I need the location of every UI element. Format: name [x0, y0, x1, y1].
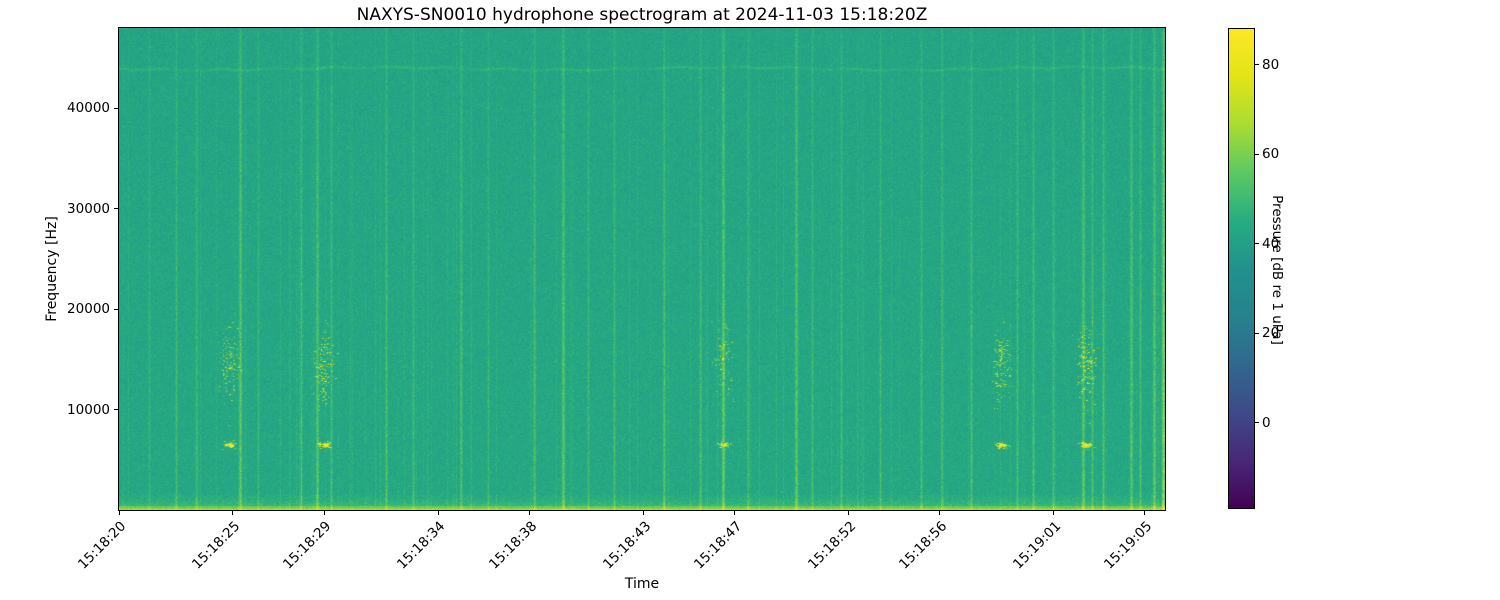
x-tick-label: 15:18:38 — [485, 518, 540, 573]
x-tick — [323, 511, 325, 515]
colorbar — [1228, 28, 1255, 509]
x-tick-label: 15:18:43 — [599, 518, 654, 573]
x-tick — [1143, 511, 1145, 515]
y-tick — [114, 409, 118, 411]
x-tick — [118, 511, 120, 515]
spectrogram-figure: NAXYS-SN0010 hydrophone spectrogram at 2… — [0, 0, 1500, 600]
x-tick-label: 15:19:01 — [1009, 518, 1064, 573]
x-tick — [528, 511, 530, 515]
colorbar-tick — [1255, 332, 1259, 334]
colorbar-tick-label: 0 — [1262, 414, 1271, 431]
x-tick-label: 15:18:56 — [895, 518, 951, 573]
spectrogram-heatmap — [119, 28, 1165, 510]
x-tick — [1052, 511, 1054, 515]
x-tick — [847, 511, 849, 515]
x-tick-label: 15:18:34 — [394, 518, 449, 573]
colorbar-tick-label: 80 — [1262, 56, 1280, 73]
y-tick-label: 20000 — [67, 301, 110, 318]
x-tick — [938, 511, 940, 515]
colorbar-tick — [1255, 243, 1259, 245]
x-tick-label: 15:18:52 — [804, 518, 859, 573]
x-tick-label: 15:18:20 — [75, 518, 130, 573]
x-tick — [642, 511, 644, 515]
y-tick — [114, 208, 118, 210]
x-tick — [232, 511, 234, 515]
colorbar-tick — [1255, 64, 1259, 66]
x-tick-label: 15:18:25 — [189, 518, 244, 573]
colorbar-label: Pressure [dB re 1 uPa] — [1269, 195, 1285, 345]
colorbar-tick-label: 60 — [1262, 146, 1280, 163]
x-tick-label: 15:18:29 — [280, 518, 335, 573]
plot-area — [118, 27, 1166, 511]
y-tick-label: 10000 — [67, 401, 110, 418]
colorbar-tick — [1255, 422, 1259, 424]
x-tick-label: 15:18:47 — [690, 518, 745, 573]
y-tick-label: 40000 — [67, 100, 110, 117]
figure-title: NAXYS-SN0010 hydrophone spectrogram at 2… — [356, 5, 928, 25]
y-tick-label: 30000 — [67, 200, 110, 217]
x-tick-label: 15:19:05 — [1100, 518, 1156, 573]
y-tick — [114, 107, 118, 109]
x-tick — [733, 511, 735, 515]
y-tick — [114, 308, 118, 310]
x-tick — [437, 511, 439, 515]
colorbar-tick — [1255, 153, 1259, 155]
x-axis-label: Time — [624, 576, 660, 592]
